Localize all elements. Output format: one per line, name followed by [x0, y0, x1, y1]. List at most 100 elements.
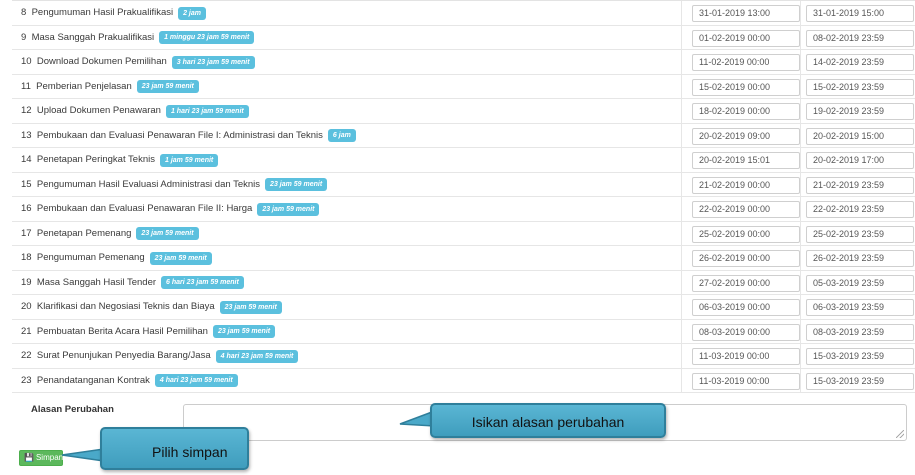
- end-date-input[interactable]: 14-02-2019 23:59: [806, 54, 914, 71]
- reason-label: Alasan Perubahan: [31, 404, 114, 415]
- end-date-input[interactable]: 08-02-2019 23:59: [806, 29, 914, 47]
- stage-name: 20 Klarifikasi dan Negosiasi Teknis dan …: [21, 295, 282, 319]
- schedule-row: 20 Klarifikasi dan Negosiasi Teknis dan …: [12, 295, 915, 320]
- start-date-input[interactable]: 15-02-2019 00:00: [692, 78, 800, 96]
- stage-name: 12 Upload Dokumen Penawaran 1 hari 23 jam…: [21, 99, 249, 123]
- schedule-row: 8 Pengumuman Hasil Prakualifikasi 2 jam 31…: [12, 1, 915, 26]
- end-date-input[interactable]: 15-03-2019 23:59: [806, 348, 914, 365]
- schedule-row: 16 Pembukaan dan Evaluasi Penawaran File…: [12, 197, 915, 222]
- duration-badge: 23 jam 59 menit: [136, 80, 199, 93]
- start-date-input[interactable]: 11-03-2019 00:00: [692, 372, 800, 390]
- start-date-input[interactable]: 31-01-2019 13:00: [692, 5, 800, 22]
- save-button[interactable]: 💾 Simpan: [19, 450, 63, 466]
- end-date-input[interactable]: 08-03-2019 23:59: [806, 323, 914, 341]
- schedule-row: 11 Pemberian Penjelasan 23 jam 59 menit 15…: [12, 74, 915, 99]
- duration-badge: 23 jam 59 menit: [265, 178, 328, 191]
- stage-number: 15: [21, 178, 32, 190]
- end-date-input[interactable]: 26-02-2019 23:59: [806, 250, 914, 267]
- stage-number: 12: [21, 105, 32, 116]
- start-date-input[interactable]: 25-02-2019 00:00: [692, 225, 800, 243]
- stage-title: Penetapan Pemenang: [36, 227, 132, 239]
- duration-badge: 2 jam: [178, 6, 206, 20]
- stage-name: 15 Pengumuman Hasil Evaluasi Administras…: [21, 173, 328, 197]
- stage-title: Pembukaan dan Evaluasi Penawaran File I:…: [36, 129, 323, 141]
- stage-label: 21 Pembuatan Berita Acara Hasil Pemiliha…: [21, 320, 208, 344]
- resize-grip-icon[interactable]: [896, 430, 904, 438]
- stage-name: 8 Pengumuman Hasil Prakualifikasi 2 jam: [21, 1, 206, 25]
- end-date-input[interactable]: 15-03-2019 23:59: [806, 372, 914, 390]
- stage-name: 22 Surat Penunjukan Penyedia Barang/Jasa…: [21, 344, 299, 368]
- duration-badge: 23 jam 59 menit: [219, 300, 282, 314]
- end-date-input[interactable]: 05-03-2019 23:59: [806, 274, 914, 292]
- start-date-input[interactable]: 22-02-2019 00:00: [692, 201, 800, 218]
- start-date-input[interactable]: 11-03-2019 00:00: [692, 348, 800, 365]
- stage-name: 17 Penetapan Pemenang 23 jam 59 menit: [21, 222, 199, 246]
- end-date-input[interactable]: 31-01-2019 15:00: [806, 5, 914, 22]
- start-date-input[interactable]: 26-02-2019 00:00: [692, 250, 800, 267]
- stage-name: 19 Masa Sanggah Hasil Tender 6 hari 23 ja…: [21, 271, 244, 295]
- stage-label: 15 Pengumuman Hasil Evaluasi Administras…: [21, 173, 260, 197]
- schedule-row: 12 Upload Dokumen Penawaran 1 hari 23 jam…: [12, 99, 915, 124]
- stage-number: 22: [21, 350, 32, 361]
- stage-number: 23: [21, 374, 32, 386]
- stage-title: Klarifikasi dan Negosiasi Teknis dan Bia…: [36, 301, 215, 312]
- start-date-input[interactable]: 27-02-2019 00:00: [692, 274, 800, 292]
- start-date-input[interactable]: 01-02-2019 00:00: [692, 29, 800, 47]
- start-date-input[interactable]: 11-02-2019 00:00: [692, 54, 800, 71]
- stage-number: 20: [21, 301, 32, 312]
- schedule-row: 23 Penandatanganan Kontrak 4 hari 23 jam …: [12, 368, 915, 393]
- duration-badge: 3 hari 23 jam 59 menit: [171, 55, 255, 69]
- start-date-input[interactable]: 08-03-2019 00:00: [692, 323, 800, 341]
- schedule-row: 14 Penetapan Peringkat Teknis 1 jam 59 me…: [12, 148, 915, 173]
- stage-label: 17 Penetapan Pemenang: [21, 222, 131, 246]
- stage-number: 8: [21, 7, 27, 18]
- start-date-input[interactable]: 20-02-2019 15:01: [692, 152, 800, 169]
- start-date-input[interactable]: 06-03-2019 00:00: [692, 299, 800, 316]
- end-date-input[interactable]: 25-02-2019 23:59: [806, 225, 914, 243]
- schedule-row: 10 Download Dokumen Pemilihan 3 hari 23 j…: [12, 50, 915, 75]
- stage-number: 14: [21, 154, 32, 165]
- callout-reason: Isikan alasan perubahan: [430, 403, 666, 438]
- end-date-input[interactable]: 15-02-2019 23:59: [806, 78, 914, 96]
- end-date-input[interactable]: 21-02-2019 23:59: [806, 176, 914, 194]
- stage-label: 10 Download Dokumen Pemilihan: [21, 50, 167, 74]
- end-date-input[interactable]: 20-02-2019 17:00: [806, 152, 914, 169]
- schedule-row: 18 Pengumuman Pemenang 23 jam 59 menit 26-…: [12, 246, 915, 271]
- stage-label: 12 Upload Dokumen Penawaran: [21, 99, 161, 123]
- stage-label: 11 Pemberian Penjelasan: [21, 75, 132, 99]
- stage-title: Pengumuman Hasil Prakualifikasi: [31, 7, 174, 18]
- stage-name: 14 Penetapan Peringkat Teknis 1 jam 59 me…: [21, 148, 219, 172]
- stage-number: 10: [21, 56, 32, 67]
- stage-number: 16: [21, 203, 32, 214]
- stage-name: 16 Pembukaan dan Evaluasi Penawaran File…: [21, 197, 320, 221]
- stage-label: 23 Penandatanganan Kontrak: [21, 369, 150, 393]
- schedule-table: 8 Pengumuman Hasil Prakualifikasi 2 jam 31…: [12, 0, 915, 393]
- end-date-input[interactable]: 22-02-2019 23:59: [806, 201, 914, 218]
- stage-number: 17: [21, 227, 32, 239]
- start-date-input[interactable]: 18-02-2019 00:00: [692, 103, 800, 120]
- stage-label: 20 Klarifikasi dan Negosiasi Teknis dan …: [21, 295, 215, 319]
- schedule-row: 17 Penetapan Pemenang 23 jam 59 menit 25-0…: [12, 221, 915, 246]
- duration-badge: 1 minggu 23 jam 59 menit: [159, 31, 255, 44]
- stage-title: Pengumuman Pemenang: [36, 252, 145, 263]
- schedule-row: 21 Pembuatan Berita Acara Hasil Pemiliha…: [12, 319, 915, 344]
- stage-number: 19: [21, 276, 32, 288]
- stage-name: 11 Pemberian Penjelasan 23 jam 59 menit: [21, 75, 199, 99]
- stage-title: Upload Dokumen Penawaran: [36, 105, 161, 116]
- stage-label: 8 Pengumuman Hasil Prakualifikasi: [21, 1, 173, 25]
- stage-title: Surat Penunjukan Penyedia Barang/Jasa: [36, 350, 211, 361]
- stage-name: 13 Pembukaan dan Evaluasi Penawaran File…: [21, 124, 356, 148]
- end-date-input[interactable]: 19-02-2019 23:59: [806, 103, 914, 120]
- end-date-input[interactable]: 20-02-2019 15:00: [806, 127, 914, 145]
- duration-badge: 1 jam 59 menit: [160, 153, 219, 167]
- start-date-input[interactable]: 21-02-2019 00:00: [692, 176, 800, 194]
- duration-badge: 4 hari 23 jam 59 menit: [154, 374, 238, 387]
- duration-badge: 23 jam 59 menit: [149, 251, 212, 265]
- duration-badge: 6 jam: [327, 129, 356, 142]
- stage-label: 14 Penetapan Peringkat Teknis: [21, 148, 155, 172]
- start-date-input[interactable]: 20-02-2019 09:00: [692, 127, 800, 145]
- stage-name: 21 Pembuatan Berita Acara Hasil Pemiliha…: [21, 320, 276, 344]
- stage-label: 22 Surat Penunjukan Penyedia Barang/Jasa: [21, 344, 211, 368]
- end-date-input[interactable]: 06-03-2019 23:59: [806, 299, 914, 316]
- stage-title: Masa Sanggah Hasil Tender: [36, 276, 157, 288]
